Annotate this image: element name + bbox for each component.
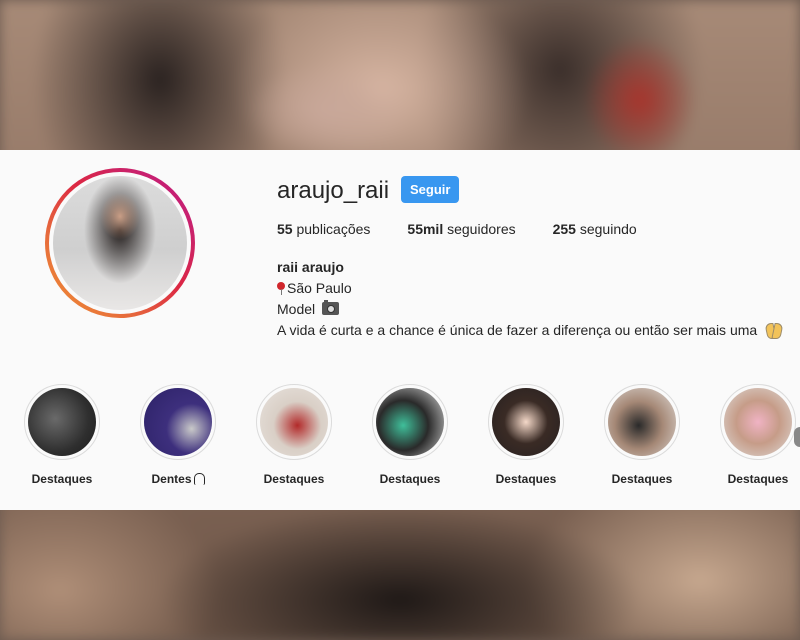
highlight-label: Dentes (151, 472, 192, 486)
highlight-cover (492, 388, 560, 456)
stat-followers[interactable]: 55mil seguidores (407, 221, 515, 237)
highlight-label: Destaques (31, 472, 93, 486)
folded-hands-icon (765, 323, 782, 337)
highlight-cover (144, 388, 212, 456)
stat-following[interactable]: 255 seguindo (553, 221, 637, 237)
highlight-label: Destaques (263, 472, 325, 486)
profile-stats: 55 publicações 55mil seguidores 255 segu… (277, 221, 674, 237)
bio-full-name: raii araujo (277, 259, 344, 275)
profile-username: araujo_raii (277, 177, 390, 204)
highlight-label: Destaques (379, 472, 441, 486)
highlight-item[interactable]: Destaques (592, 384, 692, 486)
tooth-icon (193, 473, 205, 486)
highlight-ring (140, 384, 216, 460)
highlight-ring (488, 384, 564, 460)
bio-occupation-line: Model (277, 299, 782, 320)
followers-label: seguidores (447, 221, 516, 237)
bio-text: A vida é curta e a chance é única de faz… (277, 322, 758, 338)
highlight-label: Destaques (611, 472, 673, 486)
highlight-item[interactable]: Destaques (12, 384, 112, 486)
highlight-ring (24, 384, 100, 460)
stat-posts[interactable]: 55 publicações (277, 221, 370, 237)
highlight-ring (256, 384, 332, 460)
highlight-item[interactable]: Destaques (708, 384, 800, 486)
bio-occupation: Model (277, 301, 316, 317)
camera-icon (322, 300, 340, 315)
highlight-ring (604, 384, 680, 460)
bio-location-line: São Paulo (277, 278, 782, 299)
highlight-item[interactable]: Destaques (476, 384, 576, 486)
story-highlights: Destaques Dentes Destaques Destaques Des… (0, 384, 800, 494)
bio-location: São Paulo (287, 280, 352, 296)
posts-count: 55 (277, 221, 293, 237)
avatar-border (49, 172, 191, 314)
avatar-photo (53, 176, 187, 310)
follow-button[interactable]: Seguir (401, 176, 460, 203)
highlight-item[interactable]: Destaques (244, 384, 344, 486)
highlights-scroll-right-button[interactable] (794, 427, 800, 447)
highlight-label-line: Dentes (128, 472, 228, 486)
highlight-cover (376, 388, 444, 456)
highlight-cover (724, 388, 792, 456)
highlight-label: Destaques (495, 472, 557, 486)
profile-bio: raii araujo São Paulo Model A vida é cur… (277, 257, 782, 341)
bio-text-line: A vida é curta e a chance é única de faz… (277, 320, 782, 341)
highlight-ring (720, 384, 796, 460)
following-count: 255 (552, 221, 576, 237)
highlight-label: Destaques (727, 472, 789, 486)
highlight-ring (372, 384, 448, 460)
highlight-cover (608, 388, 676, 456)
highlight-item[interactable]: Dentes (128, 384, 228, 486)
posts-label: publicações (296, 221, 371, 237)
followers-count: 55mil (407, 221, 444, 237)
highlight-item[interactable]: Destaques (360, 384, 460, 486)
highlight-cover (28, 388, 96, 456)
profile-panel: araujo_raii Seguir 55 publicações 55mil … (0, 150, 800, 510)
profile-avatar[interactable] (45, 168, 195, 318)
following-label: seguindo (579, 221, 637, 237)
highlight-cover (260, 388, 328, 456)
round-pushpin-icon (277, 282, 285, 295)
